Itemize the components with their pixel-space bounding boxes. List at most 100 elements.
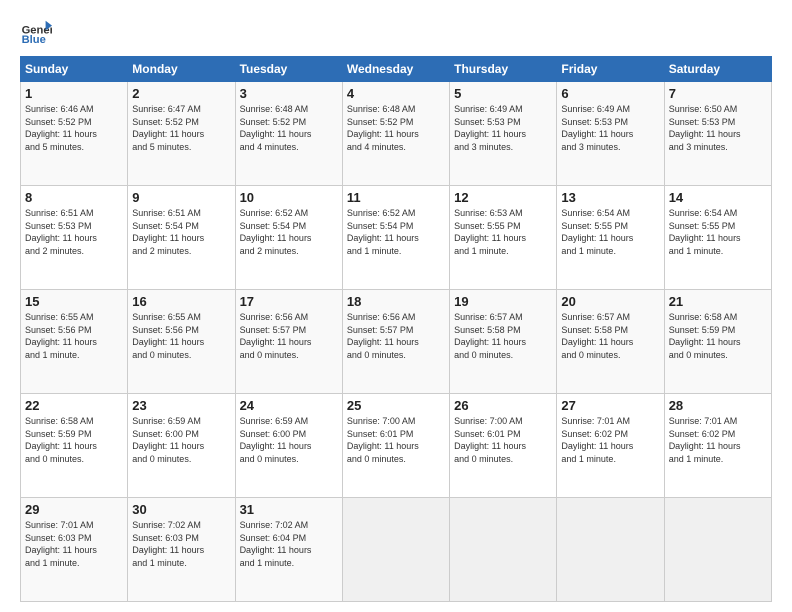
weekday-header-cell: Tuesday (235, 57, 342, 82)
header: General Blue (20, 16, 772, 48)
weekday-header-cell: Saturday (664, 57, 771, 82)
day-number: 14 (669, 190, 767, 205)
day-info: Sunrise: 6:46 AM Sunset: 5:52 PM Dayligh… (25, 103, 123, 153)
day-info: Sunrise: 6:54 AM Sunset: 5:55 PM Dayligh… (561, 207, 659, 257)
calendar-day-cell: 22 Sunrise: 6:58 AM Sunset: 5:59 PM Dayli… (21, 394, 128, 498)
day-number: 10 (240, 190, 338, 205)
day-info: Sunrise: 6:48 AM Sunset: 5:52 PM Dayligh… (347, 103, 445, 153)
calendar-day-cell: 24 Sunrise: 6:59 AM Sunset: 6:00 PM Dayli… (235, 394, 342, 498)
weekday-header-cell: Friday (557, 57, 664, 82)
day-number: 20 (561, 294, 659, 309)
calendar-day-cell: 4 Sunrise: 6:48 AM Sunset: 5:52 PM Daylig… (342, 82, 449, 186)
day-number: 3 (240, 86, 338, 101)
day-number: 28 (669, 398, 767, 413)
day-info: Sunrise: 7:01 AM Sunset: 6:03 PM Dayligh… (25, 519, 123, 569)
day-info: Sunrise: 6:56 AM Sunset: 5:57 PM Dayligh… (347, 311, 445, 361)
calendar-day-cell: 2Sunrise: 6:47 AM Sunset: 5:52 PM Daylig… (128, 82, 235, 186)
day-info: Sunrise: 6:55 AM Sunset: 5:56 PM Dayligh… (25, 311, 123, 361)
day-number: 7 (669, 86, 767, 101)
calendar-day-cell: 20 Sunrise: 6:57 AM Sunset: 5:58 PM Dayli… (557, 290, 664, 394)
day-info: Sunrise: 6:57 AM Sunset: 5:58 PM Dayligh… (561, 311, 659, 361)
day-number: 5 (454, 86, 552, 101)
calendar-table: SundayMondayTuesdayWednesdayThursdayFrid… (20, 56, 772, 602)
day-number: 26 (454, 398, 552, 413)
calendar-week-row: 8Sunrise: 6:51 AM Sunset: 5:53 PM Daylig… (21, 186, 772, 290)
day-info: Sunrise: 6:55 AM Sunset: 5:56 PM Dayligh… (132, 311, 230, 361)
calendar-day-cell: 6 Sunrise: 6:49 AM Sunset: 5:53 PM Daylig… (557, 82, 664, 186)
calendar-day-cell: 17Sunrise: 6:56 AM Sunset: 5:57 PM Dayli… (235, 290, 342, 394)
day-info: Sunrise: 7:02 AM Sunset: 6:04 PM Dayligh… (240, 519, 338, 569)
day-info: Sunrise: 7:01 AM Sunset: 6:02 PM Dayligh… (561, 415, 659, 465)
day-number: 29 (25, 502, 123, 517)
calendar-week-row: 1 Sunrise: 6:46 AM Sunset: 5:52 PM Daylig… (21, 82, 772, 186)
weekday-header-cell: Monday (128, 57, 235, 82)
day-info: Sunrise: 6:47 AM Sunset: 5:52 PM Dayligh… (132, 103, 230, 153)
calendar-week-row: 22 Sunrise: 6:58 AM Sunset: 5:59 PM Dayli… (21, 394, 772, 498)
calendar-day-cell: 19 Sunrise: 6:57 AM Sunset: 5:58 PM Dayli… (450, 290, 557, 394)
svg-text:Blue: Blue (22, 34, 46, 46)
day-info: Sunrise: 7:01 AM Sunset: 6:02 PM Dayligh… (669, 415, 767, 465)
calendar-day-cell (450, 498, 557, 602)
day-number: 6 (561, 86, 659, 101)
weekday-header-cell: Thursday (450, 57, 557, 82)
day-info: Sunrise: 7:00 AM Sunset: 6:01 PM Dayligh… (454, 415, 552, 465)
calendar-day-cell: 12 Sunrise: 6:53 AM Sunset: 5:55 PM Dayli… (450, 186, 557, 290)
day-info: Sunrise: 6:52 AM Sunset: 5:54 PM Dayligh… (347, 207, 445, 257)
logo-icon: General Blue (20, 16, 52, 48)
logo: General Blue (20, 16, 52, 48)
day-number: 13 (561, 190, 659, 205)
calendar-day-cell (664, 498, 771, 602)
day-info: Sunrise: 6:54 AM Sunset: 5:55 PM Dayligh… (669, 207, 767, 257)
day-number: 22 (25, 398, 123, 413)
day-number: 9 (132, 190, 230, 205)
day-number: 23 (132, 398, 230, 413)
day-info: Sunrise: 6:59 AM Sunset: 6:00 PM Dayligh… (132, 415, 230, 465)
weekday-header-row: SundayMondayTuesdayWednesdayThursdayFrid… (21, 57, 772, 82)
day-number: 1 (25, 86, 123, 101)
day-number: 16 (132, 294, 230, 309)
calendar-day-cell: 14 Sunrise: 6:54 AM Sunset: 5:55 PM Dayli… (664, 186, 771, 290)
day-info: Sunrise: 6:56 AM Sunset: 5:57 PM Dayligh… (240, 311, 338, 361)
day-number: 21 (669, 294, 767, 309)
day-number: 24 (240, 398, 338, 413)
day-number: 30 (132, 502, 230, 517)
calendar-day-cell: 3 Sunrise: 6:48 AM Sunset: 5:52 PM Daylig… (235, 82, 342, 186)
calendar-day-cell: 11Sunrise: 6:52 AM Sunset: 5:54 PM Dayli… (342, 186, 449, 290)
day-info: Sunrise: 6:53 AM Sunset: 5:55 PM Dayligh… (454, 207, 552, 257)
calendar-day-cell: 23 Sunrise: 6:59 AM Sunset: 6:00 PM Dayli… (128, 394, 235, 498)
calendar-day-cell: 9 Sunrise: 6:51 AM Sunset: 5:54 PM Daylig… (128, 186, 235, 290)
day-number: 31 (240, 502, 338, 517)
weekday-header-cell: Wednesday (342, 57, 449, 82)
day-info: Sunrise: 6:48 AM Sunset: 5:52 PM Dayligh… (240, 103, 338, 153)
calendar-day-cell: 1 Sunrise: 6:46 AM Sunset: 5:52 PM Daylig… (21, 82, 128, 186)
day-info: Sunrise: 7:02 AM Sunset: 6:03 PM Dayligh… (132, 519, 230, 569)
day-info: Sunrise: 6:59 AM Sunset: 6:00 PM Dayligh… (240, 415, 338, 465)
day-number: 8 (25, 190, 123, 205)
calendar-day-cell: 28 Sunrise: 7:01 AM Sunset: 6:02 PM Dayli… (664, 394, 771, 498)
calendar-day-cell (342, 498, 449, 602)
calendar-day-cell: 10Sunrise: 6:52 AM Sunset: 5:54 PM Dayli… (235, 186, 342, 290)
day-number: 15 (25, 294, 123, 309)
calendar-week-row: 29 Sunrise: 7:01 AM Sunset: 6:03 PM Dayli… (21, 498, 772, 602)
day-number: 18 (347, 294, 445, 309)
day-info: Sunrise: 6:58 AM Sunset: 5:59 PM Dayligh… (669, 311, 767, 361)
day-number: 19 (454, 294, 552, 309)
calendar-day-cell: 16 Sunrise: 6:55 AM Sunset: 5:56 PM Dayli… (128, 290, 235, 394)
calendar-day-cell: 25Sunrise: 7:00 AM Sunset: 6:01 PM Dayli… (342, 394, 449, 498)
calendar-day-cell: 18 Sunrise: 6:56 AM Sunset: 5:57 PM Dayli… (342, 290, 449, 394)
calendar-day-cell (557, 498, 664, 602)
calendar-day-cell: 8Sunrise: 6:51 AM Sunset: 5:53 PM Daylig… (21, 186, 128, 290)
calendar-day-cell: 13 Sunrise: 6:54 AM Sunset: 5:55 PM Dayli… (557, 186, 664, 290)
calendar-day-cell: 29 Sunrise: 7:01 AM Sunset: 6:03 PM Dayli… (21, 498, 128, 602)
day-info: Sunrise: 6:49 AM Sunset: 5:53 PM Dayligh… (454, 103, 552, 153)
day-number: 4 (347, 86, 445, 101)
day-info: Sunrise: 6:58 AM Sunset: 5:59 PM Dayligh… (25, 415, 123, 465)
day-number: 12 (454, 190, 552, 205)
calendar-day-cell: 27Sunrise: 7:01 AM Sunset: 6:02 PM Dayli… (557, 394, 664, 498)
day-info: Sunrise: 6:49 AM Sunset: 5:53 PM Dayligh… (561, 103, 659, 153)
day-info: Sunrise: 7:00 AM Sunset: 6:01 PM Dayligh… (347, 415, 445, 465)
calendar-day-cell: 26 Sunrise: 7:00 AM Sunset: 6:01 PM Dayli… (450, 394, 557, 498)
day-info: Sunrise: 6:57 AM Sunset: 5:58 PM Dayligh… (454, 311, 552, 361)
calendar-day-cell: 5 Sunrise: 6:49 AM Sunset: 5:53 PM Daylig… (450, 82, 557, 186)
day-info: Sunrise: 6:51 AM Sunset: 5:54 PM Dayligh… (132, 207, 230, 257)
